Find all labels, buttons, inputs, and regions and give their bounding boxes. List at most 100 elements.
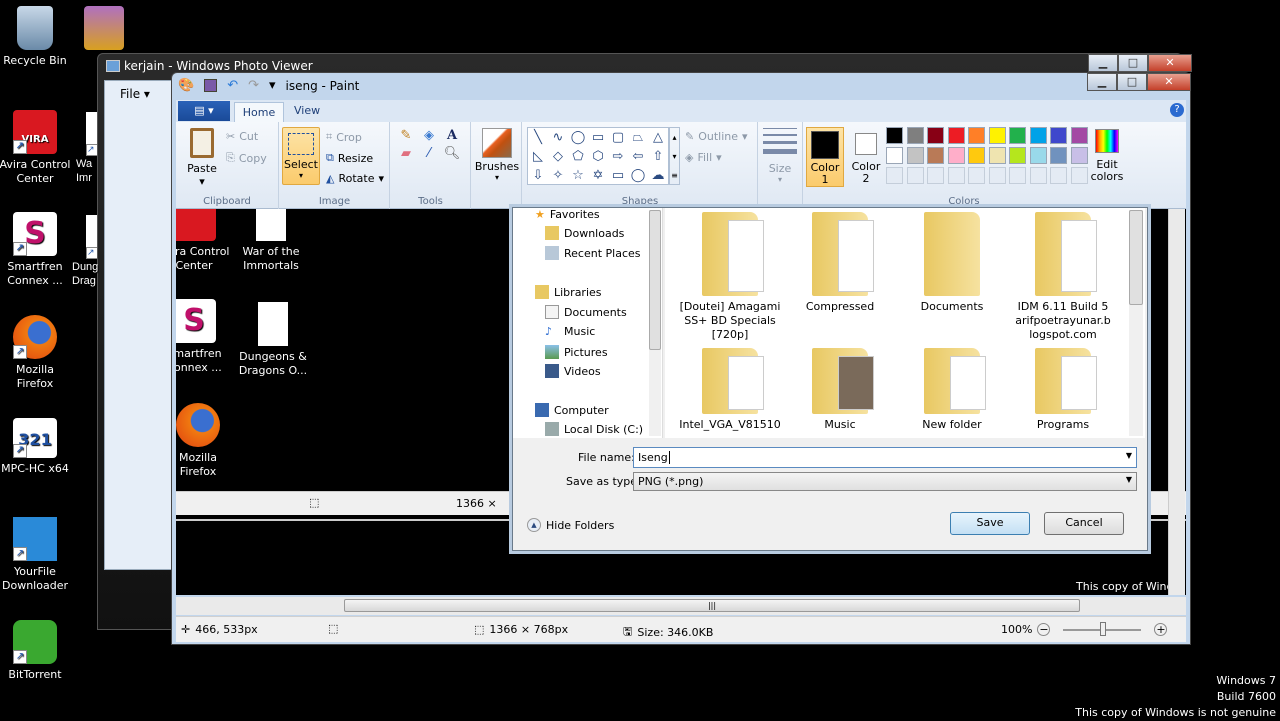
nav-libraries[interactable]: Libraries <box>535 285 602 299</box>
palette-swatch[interactable] <box>1009 147 1026 164</box>
color-picker-icon[interactable]: ⁄ <box>418 146 440 161</box>
text-icon[interactable]: A <box>441 128 463 143</box>
folder-item[interactable]: IDM 6.11 Build 5 arifpoetrayunar.b logsp… <box>1008 212 1118 342</box>
nav-recent-places[interactable]: Recent Places <box>545 246 641 260</box>
custom-color-slot[interactable] <box>1070 167 1088 184</box>
palette-swatch[interactable] <box>968 127 985 144</box>
shapes-gallery[interactable]: ╲ ∿ ◯ ▭ ▢ ⏢ △ ◺ ◇ ⬠ ⬡ ⇨ ⇦ ⇧ ⇩ ✧ ☆ ✡ ▭ ◯ ☁ <box>527 127 669 185</box>
nav-local-disk[interactable]: Local Disk (C:) <box>545 422 643 436</box>
desktop-icon-recycle-bin[interactable]: Recycle Bin <box>0 6 73 68</box>
paste-button[interactable]: Paste ▾ <box>182 128 222 188</box>
custom-color-slot[interactable] <box>968 167 985 184</box>
zoom-out-button[interactable]: − <box>1037 623 1051 636</box>
minimize-button[interactable]: ▁ <box>1088 54 1118 72</box>
desktop-icon-war-label[interactable]: Wa Imr <box>76 157 102 185</box>
zoom-slider-thumb[interactable] <box>1100 621 1107 636</box>
custom-color-slot[interactable] <box>1050 167 1067 184</box>
close-button[interactable]: ✕ <box>1148 54 1192 72</box>
palette-swatch[interactable] <box>988 147 1006 164</box>
custom-color-slot[interactable] <box>906 167 924 184</box>
nav-videos[interactable]: Videos <box>545 364 601 378</box>
cancel-button[interactable]: Cancel <box>1044 512 1124 535</box>
palette-swatch[interactable] <box>1050 147 1067 164</box>
palette-swatch[interactable] <box>1070 127 1088 144</box>
magnifier-icon[interactable]: 🔍︎ <box>441 146 463 161</box>
palette-swatch[interactable] <box>947 127 965 144</box>
rotate-button[interactable]: ◭ Rotate ▾ <box>326 172 384 185</box>
palette-swatch[interactable] <box>988 127 1006 144</box>
folder-item[interactable]: Intel_VGA_V81510 <box>675 348 785 432</box>
pencil-icon[interactable]: ✎ <box>395 128 417 143</box>
nav-music[interactable]: ♪ Music <box>545 325 595 338</box>
shapes-scroll[interactable]: ▴ ▾ ≡ <box>669 127 680 185</box>
cut-button[interactable]: ✂ Cut <box>226 130 258 143</box>
desktop-icon-avira[interactable]: VIRA ↗ Avira Control Center <box>0 110 73 186</box>
crop-button[interactable]: ⌗ Crop <box>326 130 362 144</box>
palette-swatch[interactable] <box>906 147 924 164</box>
folder-item[interactable]: [Doutei] Amagami SS+ BD Specials [720p] <box>675 212 785 342</box>
tab-view[interactable]: View <box>294 104 320 117</box>
help-icon[interactable]: ? <box>1170 103 1184 117</box>
save-type-select[interactable]: PNG (*.png) ▼ <box>633 472 1137 491</box>
palette-swatch[interactable] <box>1029 127 1047 144</box>
eraser-icon[interactable]: ▰ <box>395 146 417 161</box>
resize-button[interactable]: ⧉ Resize <box>326 151 373 165</box>
size-button[interactable]: Size ▾ <box>763 128 797 184</box>
nav-pictures[interactable]: Pictures <box>545 345 608 359</box>
desktop-icon-yourfile[interactable]: ↗ YourFile Downloader <box>0 517 73 593</box>
customize-qat-icon[interactable]: ▾ <box>269 78 276 93</box>
select-button[interactable]: Select ▾ <box>282 127 320 185</box>
copy-button[interactable]: ⎘ Copy <box>226 151 267 165</box>
folder-item[interactable]: New folder <box>897 348 1007 432</box>
edit-colors-button[interactable]: Edit colors <box>1089 127 1125 183</box>
file-menu[interactable]: File ▾ <box>120 87 150 101</box>
custom-color-slot[interactable] <box>886 167 903 184</box>
outline-button[interactable]: ✎ Outline ▾ <box>685 130 748 143</box>
nav-documents[interactable]: Documents <box>545 305 627 319</box>
zoom-in-button[interactable]: + <box>1154 623 1168 636</box>
palette-swatch[interactable] <box>886 127 903 144</box>
save-icon[interactable] <box>204 79 218 92</box>
folder-item[interactable]: Documents <box>897 212 1007 314</box>
palette-swatch[interactable] <box>947 147 965 164</box>
palette-swatch[interactable] <box>1050 127 1067 144</box>
paint-close-button[interactable]: ✕ <box>1147 73 1191 91</box>
palette-swatch[interactable] <box>886 147 903 164</box>
custom-color-slot[interactable] <box>1009 167 1026 184</box>
folder-item[interactable]: Programs <box>1008 348 1118 432</box>
palette-swatch[interactable] <box>906 127 924 144</box>
redo-icon[interactable]: ↷ <box>248 78 259 93</box>
custom-color-slot[interactable] <box>1029 167 1047 184</box>
tab-home[interactable]: Home <box>234 102 284 123</box>
fill-button[interactable]: ◈ Fill ▾ <box>685 151 722 164</box>
nav-scrollbar[interactable] <box>649 210 661 436</box>
hide-folders-button[interactable]: ▲ Hide Folders <box>527 518 614 532</box>
folder-item[interactable]: Music <box>785 348 895 432</box>
palette-swatch[interactable] <box>927 147 944 164</box>
horizontal-scrollbar[interactable]: ||| <box>176 597 1186 615</box>
save-button[interactable]: Save <box>950 512 1030 535</box>
desktop-icon-dungeons-label[interactable]: Dung Drag <box>72 260 100 288</box>
desktop-icon-smartfren[interactable]: S ↗ Smartfren Connex ... <box>0 212 73 288</box>
undo-icon[interactable]: ↶ <box>227 78 238 93</box>
color2-button[interactable]: Color 2 <box>849 127 883 187</box>
horizontal-scroll-thumb[interactable]: ||| <box>344 599 1080 612</box>
palette-swatch[interactable] <box>1029 147 1047 164</box>
palette-swatch[interactable] <box>1009 127 1026 144</box>
palette-swatch[interactable] <box>1070 147 1088 164</box>
nav-computer[interactable]: Computer <box>535 403 609 417</box>
paint-menu-button[interactable]: ▤ ▾ <box>178 101 230 121</box>
file-list-scrollbar[interactable] <box>1129 210 1143 436</box>
canvas-vertical-scrollbar[interactable] <box>1168 209 1185 595</box>
file-name-input[interactable]: Iseng ▼ <box>633 447 1137 468</box>
color1-button[interactable]: Color 1 <box>806 127 844 187</box>
zoom-slider[interactable] <box>1063 621 1142 636</box>
palette-swatch[interactable] <box>968 147 985 164</box>
custom-color-slot[interactable] <box>927 167 944 184</box>
custom-color-slot[interactable] <box>988 167 1006 184</box>
palette-swatch[interactable] <box>927 127 944 144</box>
nav-favorites[interactable]: ★ Favorites <box>535 208 600 221</box>
paint-minimize-button[interactable]: ▁ <box>1087 73 1117 91</box>
custom-color-slot[interactable] <box>947 167 965 184</box>
desktop-icon-firefox[interactable]: ↗ Mozilla Firefox <box>0 315 73 391</box>
